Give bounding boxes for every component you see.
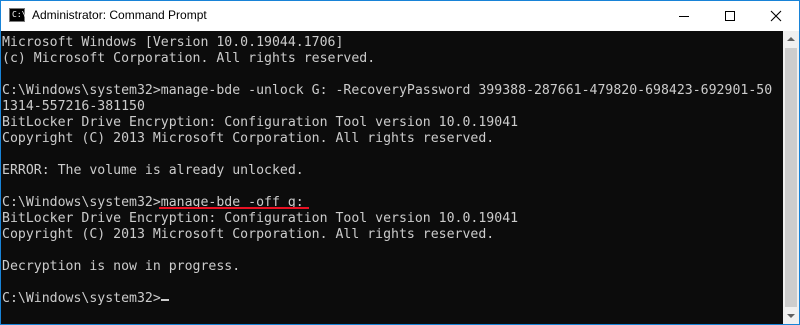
- console-line: Microsoft Windows [Version 10.0.19044.17…: [2, 35, 344, 50]
- scroll-down-icon[interactable]: [783, 308, 799, 324]
- console-prompt: C:\Windows\system32>: [2, 291, 161, 306]
- window-title: Administrator: Command Prompt: [32, 8, 207, 22]
- vertical-scrollbar[interactable]: [783, 31, 799, 324]
- scrollbar-thumb[interactable]: [785, 48, 797, 307]
- console-line: Copyright (C) 2013 Microsoft Corporation…: [2, 227, 495, 242]
- close-icon: [770, 10, 782, 22]
- console-line: 1314-557216-381150: [2, 99, 145, 114]
- minimize-icon: [679, 16, 689, 17]
- minimize-button[interactable]: [661, 1, 707, 31]
- maximize-button[interactable]: [707, 1, 753, 31]
- close-button[interactable]: [753, 1, 799, 31]
- scroll-up-icon[interactable]: [783, 31, 799, 47]
- maximize-icon: [725, 11, 735, 21]
- text-cursor: [161, 299, 169, 301]
- console-line: BitLocker Drive Encryption: Configuratio…: [2, 211, 519, 226]
- command-prompt-window: C:\ Administrator: Command Prompt Micros…: [0, 0, 800, 325]
- console-line: (c) Microsoft Corporation. All rights re…: [2, 51, 376, 66]
- cmd-icon-text: C:\: [12, 10, 27, 19]
- console-line: C:\Windows\system32>manage-bde -unlock G…: [2, 83, 773, 98]
- console-line: BitLocker Drive Encryption: Configuratio…: [2, 115, 519, 130]
- cmd-icon[interactable]: C:\: [9, 8, 27, 22]
- console-line: ERROR: The volume is already unlocked.: [2, 163, 304, 178]
- title-bar[interactable]: C:\ Administrator: Command Prompt: [1, 1, 799, 31]
- console-line: Copyright (C) 2013 Microsoft Corporation…: [2, 131, 495, 146]
- console-line: Decryption is now in progress.: [2, 259, 241, 274]
- command-highlight-underline: [159, 207, 309, 209]
